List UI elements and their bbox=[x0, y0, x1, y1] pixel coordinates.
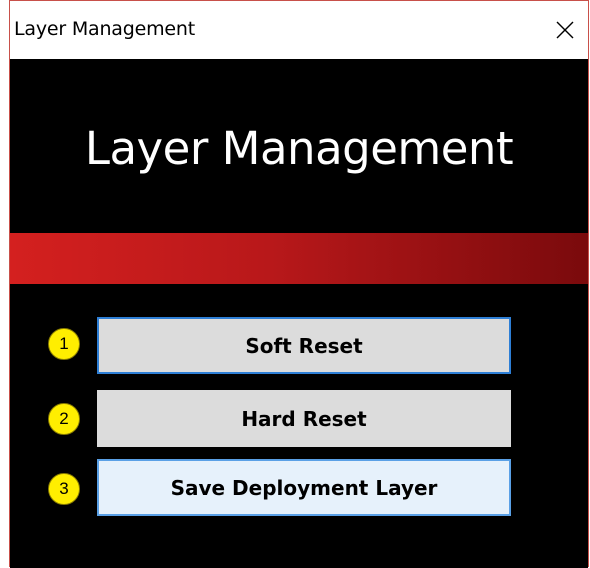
step-badge-3: 3 bbox=[48, 473, 80, 505]
page-title: Layer Management bbox=[84, 122, 514, 175]
window-title: Layer Management bbox=[14, 18, 195, 40]
close-button[interactable] bbox=[542, 1, 588, 59]
decorative-red-band bbox=[10, 233, 588, 284]
title-bar: Layer Management bbox=[10, 1, 588, 59]
close-icon bbox=[556, 21, 574, 39]
hard-reset-button[interactable]: Hard Reset bbox=[97, 390, 511, 447]
layer-management-window: Layer Management Layer Management 1 Soft… bbox=[9, 0, 589, 568]
step-badge-1: 1 bbox=[48, 328, 80, 360]
step-badge-2: 2 bbox=[48, 403, 80, 435]
save-deployment-layer-button[interactable]: Save Deployment Layer bbox=[97, 459, 511, 516]
dialog-content: Layer Management 1 Soft Reset 2 Hard Res… bbox=[10, 59, 588, 568]
soft-reset-button[interactable]: Soft Reset bbox=[97, 317, 511, 374]
